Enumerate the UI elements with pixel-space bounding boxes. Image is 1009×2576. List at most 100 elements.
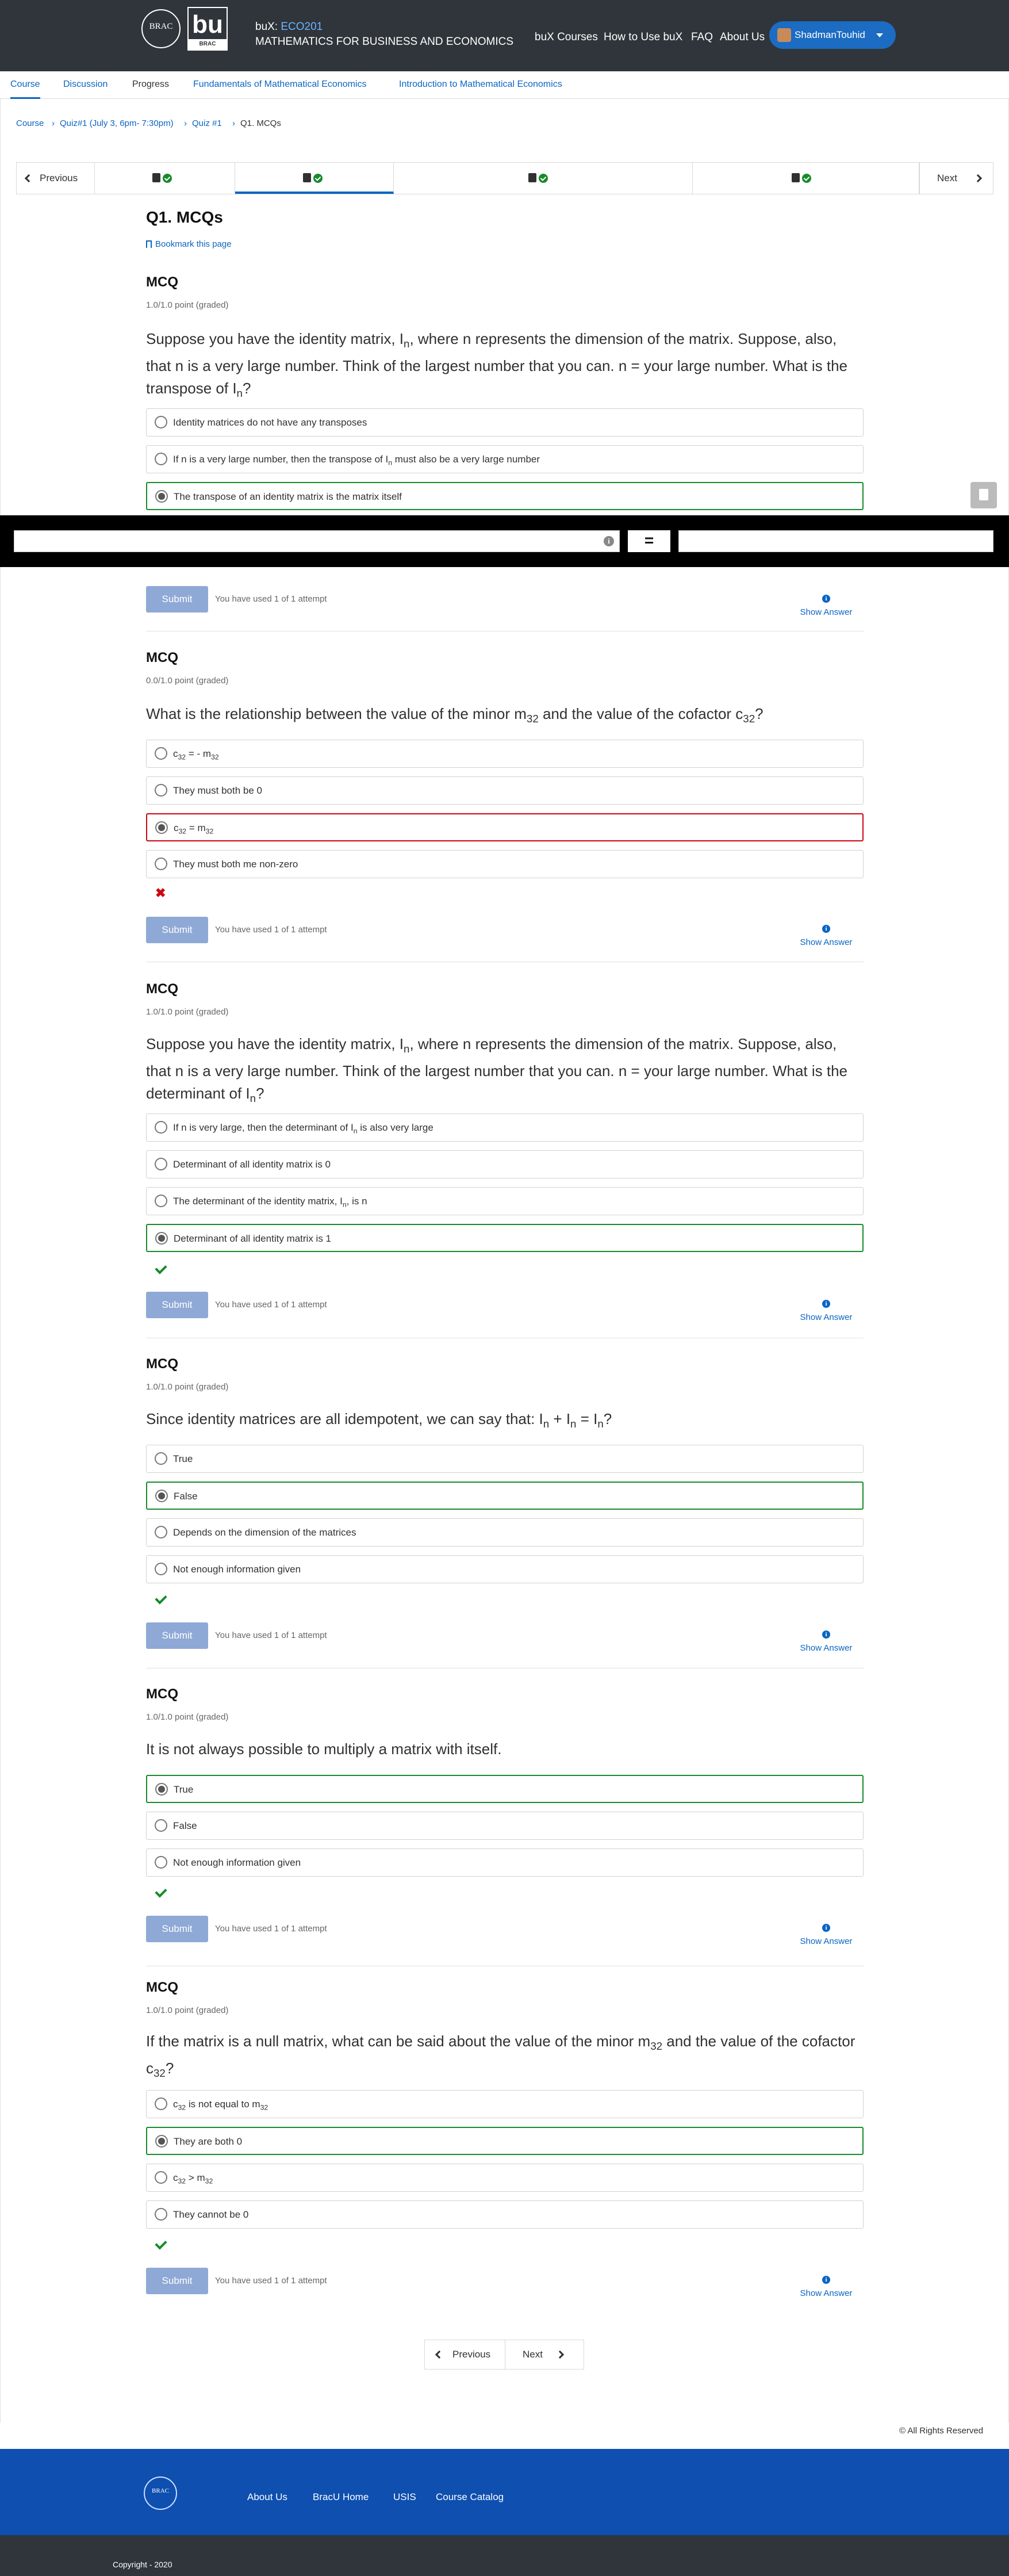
- radio-button[interactable]: [155, 1121, 167, 1134]
- calculator-equals-button[interactable]: =: [628, 530, 670, 552]
- choice-option[interactable]: False: [146, 1812, 864, 1840]
- choice-option[interactable]: If n is a very large number, then the tr…: [146, 445, 864, 473]
- choice-option-selected[interactable]: They are both 0: [146, 2127, 864, 2155]
- radio-button[interactable]: [155, 490, 168, 503]
- nav-how-to-use[interactable]: How to Use buX: [604, 31, 682, 44]
- radio-button[interactable]: [155, 784, 167, 797]
- bottom-next-button[interactable]: Next: [505, 2340, 584, 2369]
- footer-link-about[interactable]: About Us: [247, 2491, 287, 2503]
- submit-button[interactable]: Submit: [146, 1292, 208, 1318]
- sequence-unit-2[interactable]: [235, 163, 394, 194]
- radio-button[interactable]: [155, 1856, 167, 1869]
- submit-button[interactable]: Submit: [146, 1622, 208, 1649]
- brac-logo[interactable]: BRAC: [141, 9, 181, 48]
- show-answer-button[interactable]: i Show Answer: [793, 1630, 859, 1653]
- radio-button[interactable]: [155, 1783, 168, 1796]
- footer-link-course-catalog[interactable]: Course Catalog: [436, 2491, 504, 2503]
- choice-option[interactable]: If n is very large, then the determinant…: [146, 1113, 864, 1142]
- choice-option-selected[interactable]: c32 = m32: [146, 813, 864, 841]
- breadcrumb-quiz-section[interactable]: Quiz#1 (July 3, 6pm- 7:30pm): [60, 118, 174, 128]
- info-icon: i: [822, 2276, 830, 2284]
- choice-option[interactable]: Determinant of all identity matrix is 0: [146, 1150, 864, 1178]
- choice-option-selected[interactable]: False: [146, 1482, 864, 1510]
- radio-button[interactable]: [155, 1195, 167, 1207]
- tab-fundamentals[interactable]: Fundamentals of Mathematical Economics: [193, 71, 366, 99]
- radio-button[interactable]: [155, 1452, 167, 1465]
- calculator-toggle-button[interactable]: [970, 482, 997, 508]
- submit-button[interactable]: Submit: [146, 2268, 208, 2294]
- chevron-right-icon: [973, 174, 983, 183]
- choice-option[interactable]: The determinant of the identity matrix, …: [146, 1187, 864, 1215]
- choice-option[interactable]: They must both be 0: [146, 776, 864, 805]
- radio-button[interactable]: [155, 821, 168, 834]
- copyright-text: Copyright - 2020: [113, 2560, 172, 2569]
- breadcrumb-course[interactable]: Course: [16, 118, 44, 128]
- tab-discussion[interactable]: Discussion: [63, 71, 108, 99]
- problem-heading: MCQ: [146, 1980, 178, 1995]
- radio-button[interactable]: [155, 1563, 167, 1575]
- radio-button[interactable]: [155, 1819, 167, 1832]
- choice-option[interactable]: c32 > m32: [146, 2164, 864, 2192]
- show-answer-button[interactable]: i Show Answer: [793, 925, 859, 947]
- bookmark-button[interactable]: Bookmark this page: [146, 239, 232, 249]
- breadcrumb-quiz[interactable]: Quiz #1: [192, 118, 222, 128]
- radio-button[interactable]: [155, 1158, 167, 1170]
- footer-link-bracu-home[interactable]: BracU Home: [313, 2491, 369, 2503]
- radio-button[interactable]: [155, 2171, 167, 2184]
- tab-introduction[interactable]: Introduction to Mathematical Economics: [399, 71, 562, 99]
- radio-button[interactable]: [155, 1490, 168, 1502]
- choice-option[interactable]: c32 is not equal to m32: [146, 2090, 864, 2118]
- choice-option[interactable]: Not enough information given: [146, 1848, 864, 1877]
- footer-link-usis[interactable]: USIS: [393, 2491, 416, 2503]
- sequence-previous-button[interactable]: Previous: [17, 163, 95, 194]
- choice-option[interactable]: They must both me non-zero: [146, 850, 864, 878]
- problem-question: If the matrix is a null matrix, what can…: [146, 2033, 855, 2080]
- footer-logo[interactable]: BRAC: [144, 2477, 177, 2510]
- user-menu-button[interactable]: ShadmanTouhid: [769, 21, 896, 49]
- nav-bux-courses[interactable]: buX Courses: [535, 31, 598, 44]
- sequence-unit-4[interactable]: [693, 163, 919, 194]
- choice-option[interactable]: c32 = - m32: [146, 740, 864, 768]
- show-answer-button[interactable]: i Show Answer: [793, 2276, 859, 2298]
- submit-button[interactable]: Submit: [146, 586, 208, 613]
- sequence-unit-1[interactable]: [95, 163, 235, 194]
- choice-option[interactable]: Identity matrices do not have any transp…: [146, 408, 864, 437]
- choice-option-selected[interactable]: True: [146, 1775, 864, 1803]
- choice-option[interactable]: Depends on the dimension of the matrices: [146, 1518, 864, 1547]
- tab-progress[interactable]: Progress: [132, 71, 169, 99]
- problem-question: Suppose you have the identity matrix, In…: [146, 1035, 848, 1105]
- bookmark-label: Bookmark this page: [155, 239, 232, 249]
- show-answer-button[interactable]: i Show Answer: [793, 1300, 859, 1322]
- bottom-previous-button[interactable]: Previous: [425, 2340, 505, 2369]
- radio-button[interactable]: [155, 747, 167, 760]
- choice-option[interactable]: They cannot be 0: [146, 2200, 864, 2229]
- nav-faq[interactable]: FAQ: [691, 31, 713, 44]
- radio-button[interactable]: [155, 1526, 167, 1538]
- choice-option[interactable]: True: [146, 1445, 864, 1473]
- bux-logo[interactable]: bu BRAC: [187, 7, 228, 51]
- radio-button[interactable]: [155, 2097, 167, 2110]
- radio-button[interactable]: [155, 453, 167, 465]
- submit-button[interactable]: Submit: [146, 1916, 208, 1942]
- nav-about-us[interactable]: About Us: [720, 31, 765, 44]
- submit-button[interactable]: Submit: [146, 917, 208, 943]
- choice-option-selected[interactable]: Determinant of all identity matrix is 1: [146, 1224, 864, 1252]
- sequence-unit-3[interactable]: [394, 163, 693, 194]
- sequence-previous-label: Previous: [40, 173, 78, 183]
- show-answer-button[interactable]: i Show Answer: [793, 1924, 859, 1946]
- sequence-next-button[interactable]: Next: [919, 163, 993, 194]
- radio-button[interactable]: [155, 2135, 168, 2148]
- tab-course[interactable]: Course: [10, 71, 40, 99]
- radio-button[interactable]: [155, 1232, 168, 1245]
- course-code[interactable]: ECO201: [281, 21, 323, 33]
- calculator-input[interactable]: [14, 530, 620, 552]
- info-icon[interactable]: i: [604, 536, 614, 546]
- show-answer-button[interactable]: i Show Answer: [793, 595, 859, 617]
- choice-option-selected[interactable]: The transpose of an identity matrix is t…: [146, 482, 864, 510]
- radio-button[interactable]: [155, 416, 167, 428]
- course-name: MATHEMATICS FOR BUSINESS AND ECONOMICS: [255, 36, 514, 48]
- attempts-text: You have used 1 of 1 attempt: [215, 1300, 327, 1310]
- radio-button[interactable]: [155, 858, 167, 870]
- radio-button[interactable]: [155, 2208, 167, 2221]
- choice-option[interactable]: Not enough information given: [146, 1555, 864, 1583]
